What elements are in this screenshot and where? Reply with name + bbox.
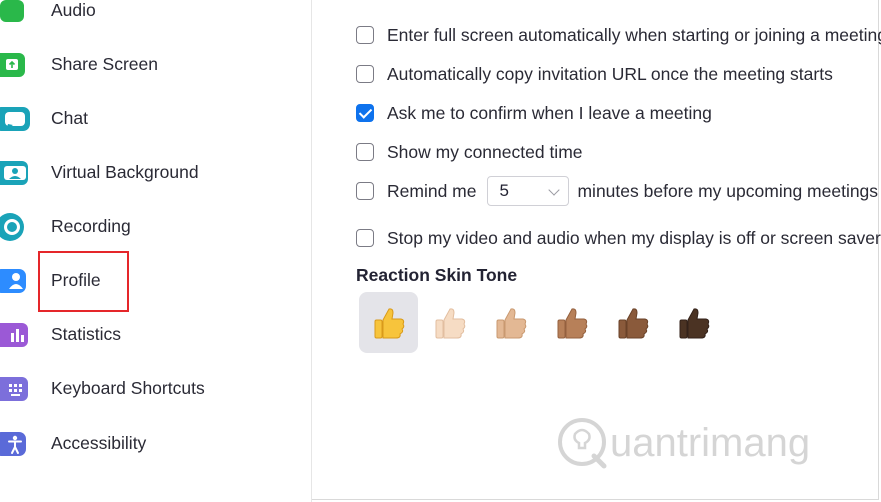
select-value: 5 <box>499 181 509 200</box>
sidebar-item-chat[interactable]: Chat <box>0 99 311 139</box>
sidebar-item-label: Virtual Background <box>51 162 199 182</box>
chevron-down-icon <box>548 184 561 196</box>
headphones-icon <box>0 0 30 26</box>
thumbs-up-icon <box>435 307 465 338</box>
statistics-icon <box>0 320 30 350</box>
profile-icon <box>0 266 30 296</box>
skin-tone-option[interactable] <box>603 292 662 353</box>
option-label: Enter full screen automatically when sta… <box>387 24 881 45</box>
remind-minutes-select[interactable]: 5 <box>487 176 570 206</box>
stop-video-checkbox[interactable] <box>356 229 374 247</box>
recording-icon <box>0 212 30 242</box>
sidebar-item-label: Keyboard Shortcuts <box>51 378 205 398</box>
watermark-logo: uantrimang <box>558 418 810 469</box>
sidebar-item-share-screen[interactable]: Share Screen <box>0 45 311 85</box>
option-connected-time[interactable]: Show my connected time <box>356 140 583 164</box>
option-label: Ask me to confirm when I leave a meeting <box>387 102 712 123</box>
option-confirm-leave[interactable]: Ask me to confirm when I leave a meeting <box>356 101 712 125</box>
option-label: Remind me <box>387 180 477 201</box>
option-remind: Remind me 5 minutes before my upcoming m… <box>356 176 879 206</box>
confirm-leave-checkbox[interactable] <box>356 104 374 122</box>
thumbs-up-icon <box>679 307 709 338</box>
option-copy-url[interactable]: Automatically copy invitation URL once t… <box>356 62 833 86</box>
sidebar-item-label: Accessibility <box>51 433 147 453</box>
sidebar-item-audio[interactable]: Audio <box>0 0 311 31</box>
sidebar-item-accessibility[interactable]: Accessibility <box>0 424 311 464</box>
sidebar-item-statistics[interactable]: Statistics <box>0 315 311 355</box>
accessibility-icon <box>0 429 30 459</box>
option-label: minutes before my upcoming meetings <box>577 180 879 201</box>
option-label: Show my connected time <box>387 141 583 162</box>
sidebar-item-label: Statistics <box>51 324 122 344</box>
watermark-text: uantrimang <box>610 421 810 465</box>
sidebar-item-keyboard-shortcuts[interactable]: Keyboard Shortcuts <box>0 369 311 409</box>
share-screen-icon <box>0 50 30 80</box>
connected-time-checkbox[interactable] <box>356 143 374 161</box>
sidebar-item-label: Share Screen <box>51 54 159 74</box>
chat-icon <box>0 104 30 134</box>
skin-tone-option[interactable] <box>359 292 418 353</box>
profile-highlight-box <box>38 251 129 312</box>
sidebar-item-label: Chat <box>51 108 88 128</box>
option-stop-video[interactable]: Stop my video and audio when my display … <box>356 226 881 250</box>
option-label: Stop my video and audio when my display … <box>387 227 881 248</box>
skin-tone-option[interactable] <box>420 292 479 353</box>
option-fullscreen[interactable]: Enter full screen automatically when sta… <box>356 23 881 47</box>
fullscreen-checkbox[interactable] <box>356 26 374 44</box>
option-label: Automatically copy invitation URL once t… <box>387 63 833 84</box>
keyboard-icon <box>0 374 30 404</box>
sidebar-item-virtual-background[interactable]: Virtual Background <box>0 153 311 193</box>
thumbs-up-icon <box>374 307 404 338</box>
sidebar-item-label: Recording <box>51 216 131 236</box>
thumbs-up-icon <box>618 307 648 338</box>
thumbs-up-icon <box>557 307 587 338</box>
sidebar-item-label: Audio <box>51 0 96 20</box>
thumbs-up-icon <box>496 307 526 338</box>
skin-tone-option[interactable] <box>481 292 540 353</box>
virtual-background-icon <box>0 158 30 188</box>
copy-url-checkbox[interactable] <box>356 65 374 83</box>
remind-checkbox[interactable] <box>356 182 374 200</box>
sidebar-item-recording[interactable]: Recording <box>0 207 311 247</box>
skin-tone-option[interactable] <box>664 292 723 353</box>
skin-tone-option[interactable] <box>542 292 601 353</box>
reaction-skin-tone-title: Reaction Skin Tone <box>356 265 518 285</box>
